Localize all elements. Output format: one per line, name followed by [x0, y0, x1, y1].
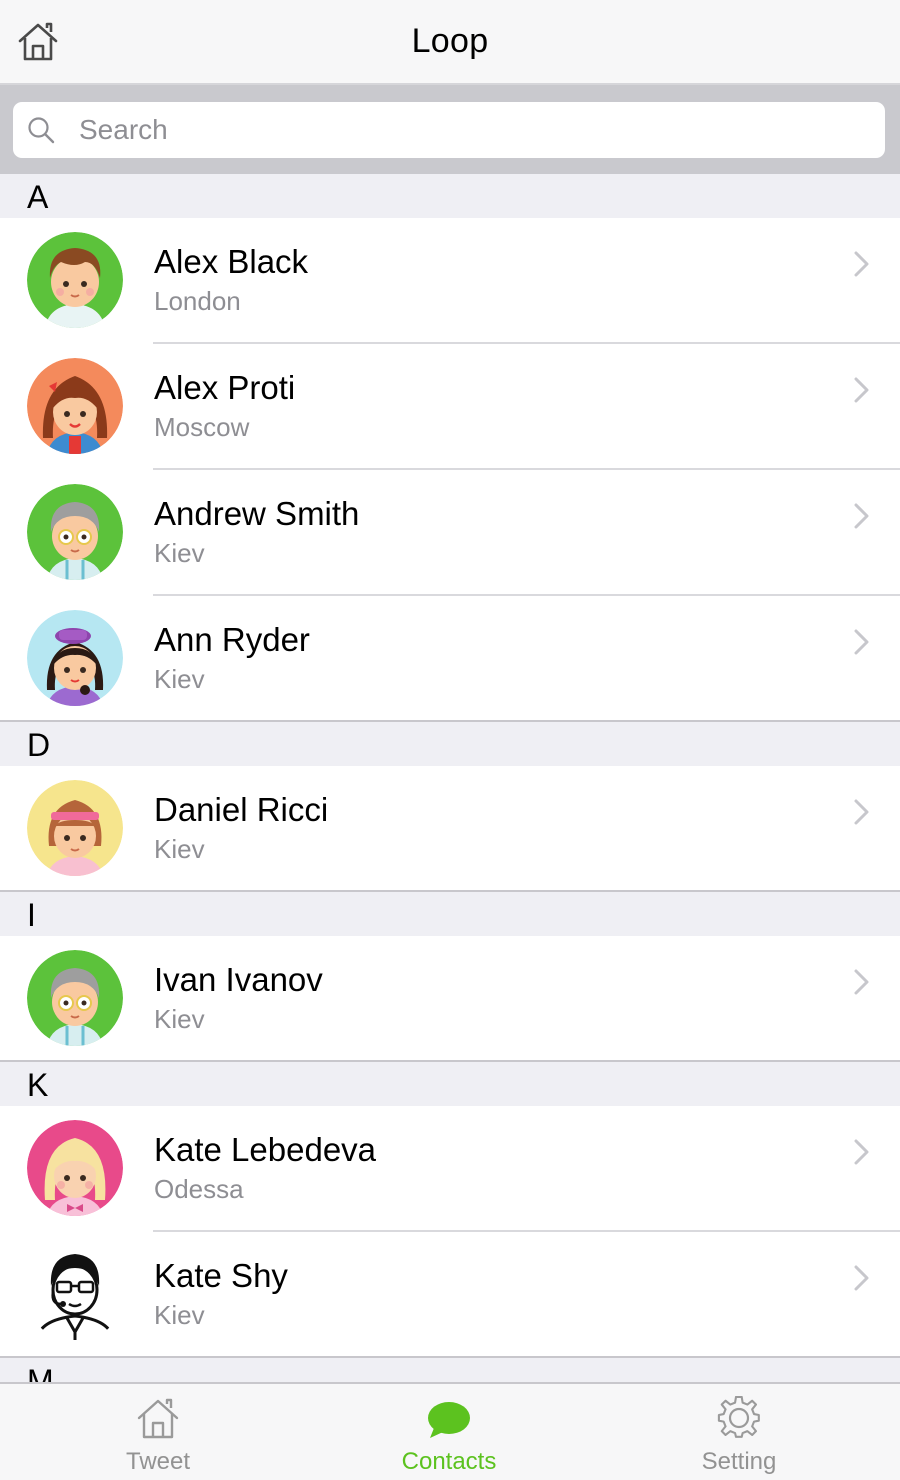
search-icon	[27, 116, 55, 144]
contact-city: Kiev	[154, 538, 205, 568]
contact-city: London	[154, 286, 241, 316]
contact-city: Kiev	[154, 1004, 205, 1034]
avatar	[27, 232, 123, 328]
tab-bar: Tweet Contacts Setting	[0, 1382, 900, 1480]
contact-city: Kiev	[154, 664, 205, 694]
search-input[interactable]	[79, 110, 859, 150]
tab-setting[interactable]: Setting	[649, 1384, 829, 1480]
section-letter: D	[27, 727, 51, 763]
chevron-right-icon	[852, 1138, 872, 1166]
section-letter: M	[27, 1363, 54, 1382]
contact-name: Ann Ryder	[154, 621, 310, 658]
contact-city: Odessa	[154, 1174, 244, 1204]
section-letter: I	[27, 897, 36, 933]
avatar	[27, 1120, 123, 1216]
contact-name: Andrew Smith	[154, 495, 360, 532]
contact-name: Alex Black	[154, 243, 309, 280]
chevron-right-icon	[852, 502, 872, 530]
search-box[interactable]	[13, 102, 885, 158]
tab-label: Setting	[701, 1448, 777, 1475]
chevron-right-icon	[852, 798, 872, 826]
chevron-right-icon	[852, 1264, 872, 1292]
contact-name: Daniel Ricci	[154, 791, 329, 828]
contact-row[interactable]: Alex Black London	[0, 218, 900, 344]
contact-name: Ivan Ivanov	[154, 961, 323, 998]
contact-name: Kate Shy	[154, 1257, 288, 1294]
contact-city: Moscow	[154, 412, 250, 442]
section-letter: K	[27, 1067, 49, 1103]
contact-row[interactable]: Kate Lebedeva Odessa	[0, 1106, 900, 1232]
avatar	[27, 610, 123, 706]
contact-row[interactable]: Daniel Ricci Kiev	[0, 766, 900, 892]
avatar	[27, 950, 123, 1046]
tab-tweet[interactable]: Tweet	[68, 1384, 248, 1480]
home-icon	[136, 1396, 180, 1440]
contact-name: Kate Lebedeva	[154, 1131, 377, 1168]
tab-contacts[interactable]: Contacts	[359, 1384, 539, 1480]
search-bar	[0, 85, 900, 174]
chat-bubble-icon	[427, 1396, 471, 1440]
tab-label: Tweet	[125, 1448, 191, 1475]
contact-name: Alex Proti	[154, 369, 296, 406]
avatar	[27, 1246, 123, 1342]
section-letter: A	[27, 179, 49, 215]
contact-row[interactable]: Ann Ryder Kiev	[0, 596, 900, 722]
page-title: Loop	[411, 22, 489, 60]
contact-list[interactable]: A Alex Black London Alex Proti Moscow An…	[0, 174, 900, 1382]
chevron-right-icon	[852, 968, 872, 996]
contact-row[interactable]: Kate Shy Kiev	[0, 1232, 900, 1358]
avatar	[27, 780, 123, 876]
avatar	[27, 358, 123, 454]
contact-city: Kiev	[154, 834, 205, 864]
section-header-k: K	[0, 1062, 900, 1106]
chevron-right-icon	[852, 376, 872, 404]
chevron-right-icon	[852, 250, 872, 278]
section-header-a: A	[0, 174, 900, 218]
contact-row[interactable]: Andrew Smith Kiev	[0, 470, 900, 596]
nav-bar: Loop	[0, 0, 900, 85]
tab-label: Contacts	[401, 1448, 497, 1475]
contact-city: Kiev	[154, 1300, 205, 1330]
gear-icon	[717, 1395, 761, 1440]
avatar	[27, 484, 123, 580]
section-header-i: I	[0, 892, 900, 936]
contact-row[interactable]: Ivan Ivanov Kiev	[0, 936, 900, 1062]
section-header-d: D	[0, 722, 900, 766]
chevron-right-icon	[852, 628, 872, 656]
contact-row[interactable]: Alex Proti Moscow	[0, 344, 900, 470]
section-header-m: M	[0, 1358, 900, 1382]
